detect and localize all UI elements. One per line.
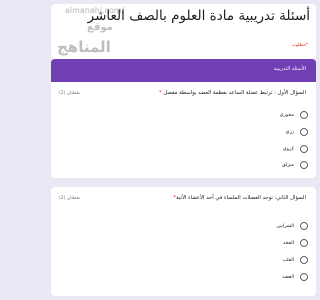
option-label: محوري: [279, 112, 294, 118]
radio-circle-icon[interactable]: [300, 145, 308, 153]
question-text: السؤال الأول : ترتبط عضلة الساعد بعظمة ا…: [159, 90, 306, 96]
question-label: السؤال الثاني: توجد العضلات الملساء في أ…: [176, 195, 306, 201]
radio-circle-icon[interactable]: [300, 111, 308, 119]
option-label: رزي: [285, 129, 294, 135]
radio-circle-icon[interactable]: [300, 161, 308, 169]
radio-circle-icon[interactable]: [300, 222, 308, 230]
required-note: *مطلوب: [291, 43, 308, 48]
option-radio[interactable]: الشرايين: [188, 220, 308, 232]
question-label: السؤال الأول : ترتبط عضلة الساعد بعظمة ا…: [161, 90, 306, 96]
option-label: منزلق: [281, 162, 294, 168]
question-text: السؤال الثاني: توجد العضلات الملساء في أ…: [173, 195, 306, 201]
option-label: الفخذ: [283, 240, 294, 246]
watermark-line-2: المناهج: [57, 38, 111, 56]
radio-circle-icon[interactable]: [300, 256, 308, 264]
form-title: أسئلة تدريبية مادة العلوم بالصف العاشر: [87, 8, 310, 24]
question-card-2: السؤال الثاني: توجد العضلات الملساء في أ…: [51, 187, 316, 296]
option-label: كروي: [282, 146, 294, 152]
option-radio[interactable]: محوري: [188, 109, 308, 121]
section-header: الأسئلة التدريبية: [51, 59, 316, 82]
option-label: العضد: [282, 274, 294, 280]
radio-circle-icon[interactable]: [300, 273, 308, 281]
option-radio[interactable]: القلب: [188, 254, 308, 266]
option-label: القلب: [282, 257, 294, 263]
option-radio[interactable]: كروي: [188, 143, 308, 155]
option-radio[interactable]: رزي: [188, 126, 308, 138]
question-card-1: السؤال الأول : ترتبط عضلة الساعد بعظمة ا…: [51, 82, 316, 178]
option-label: الشرايين: [276, 223, 295, 229]
option-radio[interactable]: العضد: [188, 271, 308, 283]
section-title: الأسئلة التدريبية: [273, 66, 306, 72]
radio-circle-icon[interactable]: [300, 128, 308, 136]
form-title-card: almanahj.com/ موقع المناهج أسئلة تدريبية…: [51, 4, 316, 59]
question-points: نقطتان (2): [59, 196, 81, 201]
option-radio[interactable]: الفخذ: [188, 237, 308, 249]
radio-circle-icon[interactable]: [300, 239, 308, 247]
question-points: نقطتان (2): [59, 91, 81, 96]
option-radio[interactable]: منزلق: [188, 159, 308, 171]
